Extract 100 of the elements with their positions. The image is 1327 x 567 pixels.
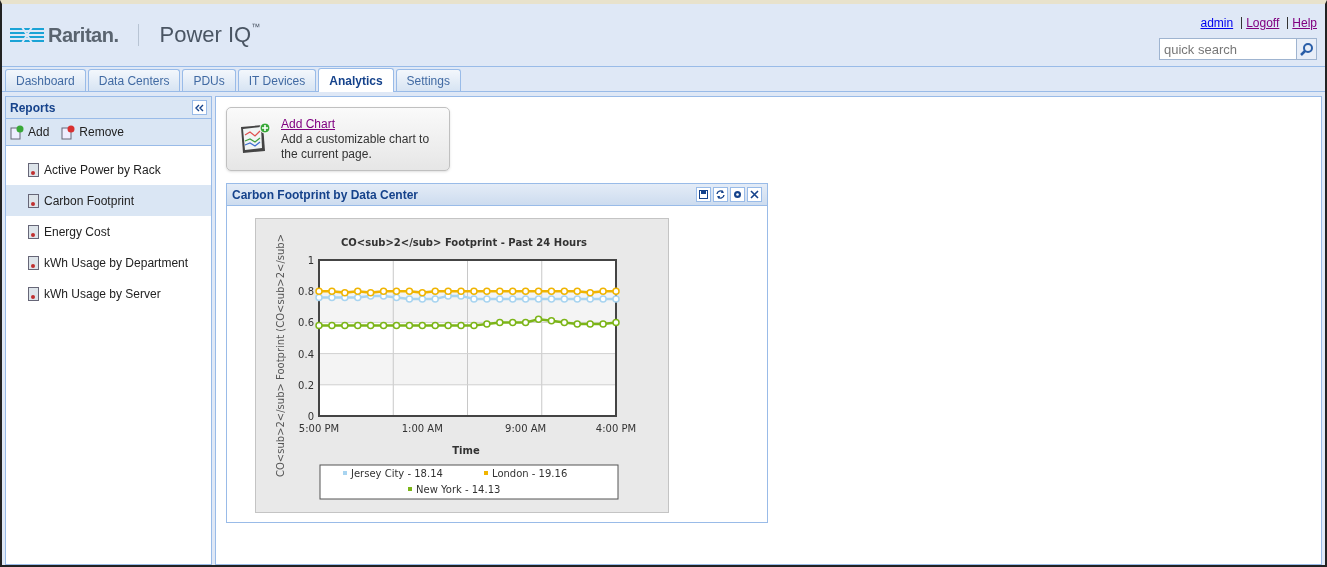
point (470, 287, 478, 295)
point (392, 287, 401, 295)
legend-label: London - 19.16 (492, 468, 568, 479)
search-field[interactable]: quick search (1159, 38, 1297, 60)
point (534, 295, 543, 303)
document-add-icon (10, 124, 24, 140)
axis-tick-label: 1:00 AM (401, 423, 443, 434)
settings-icon (733, 190, 742, 199)
panel-title: Carbon Footprint by Data Center (232, 186, 418, 204)
point (315, 287, 323, 295)
report-icon (28, 286, 40, 301)
axis-title: CO<sub>2</sub> Footprint (CO<sub>2</sub> (275, 233, 286, 477)
point (483, 295, 491, 303)
close-button[interactable] (747, 187, 762, 202)
point (573, 320, 582, 328)
point (612, 287, 620, 295)
add-chart-link[interactable]: Add Chart (281, 116, 431, 132)
point (521, 287, 530, 295)
logo-icon (10, 27, 44, 43)
report-item[interactable]: Carbon Footprint (6, 185, 211, 216)
point (444, 321, 452, 330)
point (431, 295, 439, 303)
point (508, 318, 517, 327)
search-button[interactable] (1297, 38, 1317, 60)
axis-tick-label: 4:00 PM (595, 423, 637, 434)
header-link[interactable]: Logoff (1246, 14, 1280, 32)
point (418, 289, 427, 297)
point (508, 287, 517, 295)
report-item[interactable]: kWh Usage by Server (6, 278, 211, 309)
report-icon (28, 162, 40, 177)
point (586, 289, 594, 297)
point (612, 318, 620, 327)
point (470, 321, 478, 330)
point (457, 287, 465, 295)
point (444, 287, 452, 295)
point (612, 295, 620, 303)
axis-tick-label: 9:00 AM (505, 423, 547, 434)
refresh-button[interactable] (713, 187, 728, 202)
header-link[interactable]: Help (1292, 14, 1317, 32)
axis-tick-label: 0.4 (298, 348, 314, 360)
point (328, 287, 336, 295)
point (560, 295, 569, 303)
refresh-icon (716, 190, 725, 199)
collapse-button[interactable] (192, 100, 207, 115)
axis-tick-label: 0 (307, 411, 314, 422)
point (457, 321, 465, 330)
point (431, 321, 439, 330)
nav-tab[interactable]: IT Devices (237, 69, 317, 91)
point (470, 295, 478, 303)
point (392, 293, 401, 302)
point (547, 295, 556, 303)
point (483, 320, 491, 328)
document-remove-icon (61, 124, 76, 140)
axis-title: Time (452, 445, 480, 456)
report-icon (28, 224, 40, 239)
nav-tab[interactable]: Data Centers (87, 69, 181, 91)
header-link[interactable]: admin (1200, 14, 1234, 32)
point (547, 287, 556, 295)
toolbar-button[interactable]: Remove (61, 123, 125, 141)
axis-tick-label: 5:00 PM (298, 423, 340, 434)
point (315, 293, 323, 302)
point (328, 321, 336, 330)
point (496, 318, 504, 327)
trademark-symbol: ™ (251, 22, 261, 32)
axis-tick-label: 0.2 (298, 379, 314, 391)
point (547, 317, 556, 325)
add-chart-description: Add a customizable chart to the current page. (281, 131, 431, 162)
report-item[interactable]: Energy Cost (6, 216, 211, 247)
nav-tab[interactable]: Analytics (318, 68, 394, 92)
settings-button[interactable] (730, 187, 745, 202)
floppy-icon (699, 190, 708, 199)
nav-tab[interactable]: Settings (395, 69, 461, 91)
panel-title: Reports (10, 99, 56, 117)
point (353, 287, 362, 295)
point (431, 287, 439, 295)
point (573, 287, 582, 295)
close-icon (750, 190, 759, 199)
point (586, 295, 594, 303)
report-item[interactable]: kWh Usage by Department (6, 247, 211, 278)
point (483, 287, 491, 295)
axis-tick-label: 0.6 (298, 317, 314, 329)
save-button[interactable] (696, 187, 711, 202)
point (496, 295, 504, 303)
nav-tab[interactable]: Dashboard (5, 69, 86, 91)
report-item[interactable]: Active Power by Rack (6, 154, 211, 185)
toolbar-button[interactable]: Add (10, 123, 50, 141)
legend-swatch (343, 471, 347, 475)
point (496, 287, 504, 295)
point (508, 295, 517, 303)
double-chevron-icon (195, 103, 204, 112)
nav-tab[interactable]: PDUs (182, 69, 236, 91)
point (599, 287, 607, 295)
point (353, 293, 362, 302)
point (534, 287, 543, 295)
report-icon (28, 193, 40, 208)
point (521, 295, 530, 303)
point (405, 295, 414, 303)
point (379, 287, 388, 295)
point (341, 289, 349, 297)
chart-title: CO<sub>2</sub> Footprint - Past 24 Hours (341, 237, 587, 248)
